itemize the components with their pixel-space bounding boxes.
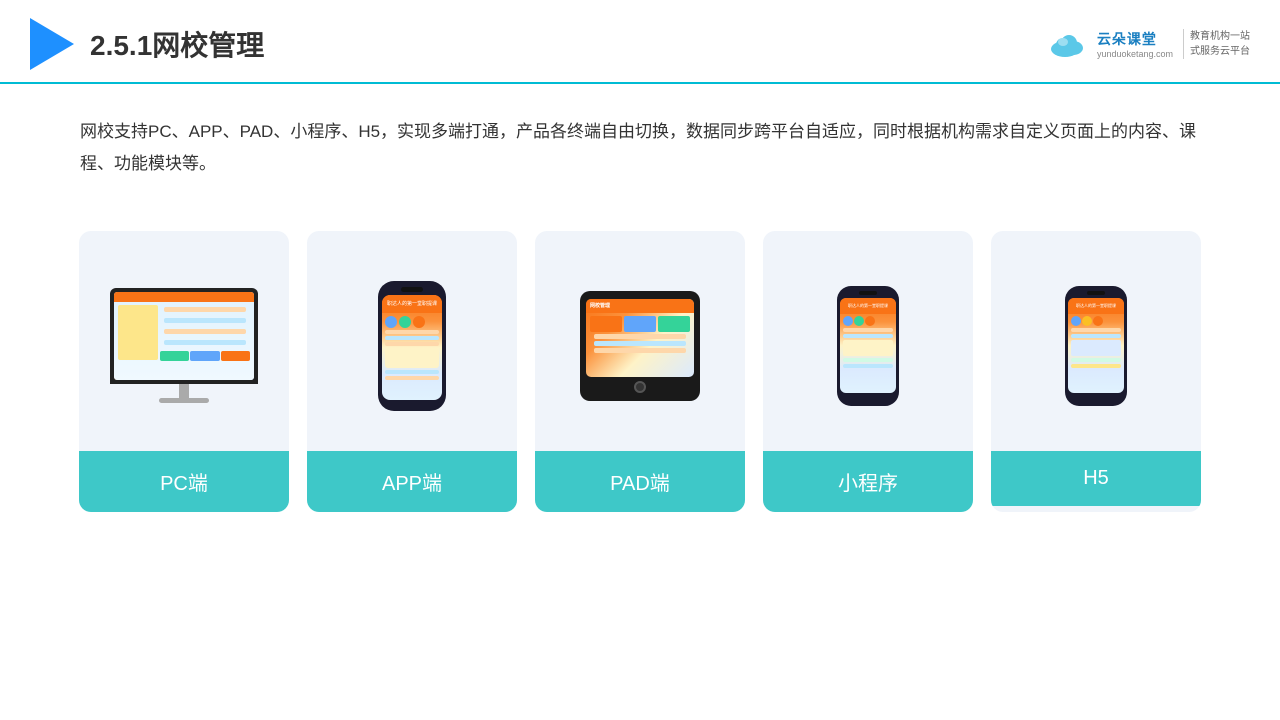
phone-h5-device: 职达人的第一堂职提课 (1065, 286, 1127, 406)
h5-image-area: 职达人的第一堂职提课 (991, 231, 1201, 451)
brand-url: yunduoketang.com (1097, 49, 1173, 59)
brand-text: 云朵课堂 yunduoketang.com (1097, 29, 1173, 59)
pad-label: PAD端 (535, 451, 745, 512)
miniapp-label: 小程序 (763, 451, 973, 512)
brand-slogan: 教育机构一站式服务云平台 (1183, 29, 1250, 59)
app-image-area: 职达人的第一堂职提课 (307, 231, 517, 451)
pad-image-area: 网校管理 (535, 231, 745, 451)
card-miniapp: 职达人的第一堂职提课 (763, 231, 973, 512)
card-pad: 网校管理 (535, 231, 745, 512)
pc-image-area (79, 231, 289, 451)
logo-triangle-icon (30, 18, 74, 70)
card-h5: 职达人的第一堂职提课 (991, 231, 1201, 512)
h5-label: H5 (991, 451, 1201, 506)
cloud-icon (1047, 29, 1091, 59)
page-title: 2.5.1网校管理 (90, 24, 264, 64)
header: 2.5.1网校管理 云朵课堂 yunduoketang.com 教育机构一站式服… (0, 0, 1280, 84)
device-cards-section: PC端 职达人的第一堂职提课 (0, 211, 1280, 532)
phone-miniapp-device: 职达人的第一堂职提课 (837, 286, 899, 406)
app-label: APP端 (307, 451, 517, 512)
pc-label: PC端 (79, 451, 289, 512)
card-app: 职达人的第一堂职提课 (307, 231, 517, 512)
card-pc: PC端 (79, 231, 289, 512)
brand-logo: 云朵课堂 yunduoketang.com 教育机构一站式服务云平台 (1047, 29, 1250, 59)
description-paragraph: 网校支持PC、APP、PAD、小程序、H5，实现多端打通，产品各终端自由切换，数… (80, 116, 1200, 181)
phone-app-device: 职达人的第一堂职提课 (378, 281, 446, 411)
header-left: 2.5.1网校管理 (30, 18, 264, 70)
description-text: 网校支持PC、APP、PAD、小程序、H5，实现多端打通，产品各终端自由切换，数… (0, 84, 1280, 201)
miniapp-image-area: 职达人的第一堂职提课 (763, 231, 973, 451)
tablet-device: 网校管理 (580, 291, 700, 401)
monitor-device (110, 288, 258, 403)
brand-name: 云朵课堂 (1097, 29, 1157, 49)
